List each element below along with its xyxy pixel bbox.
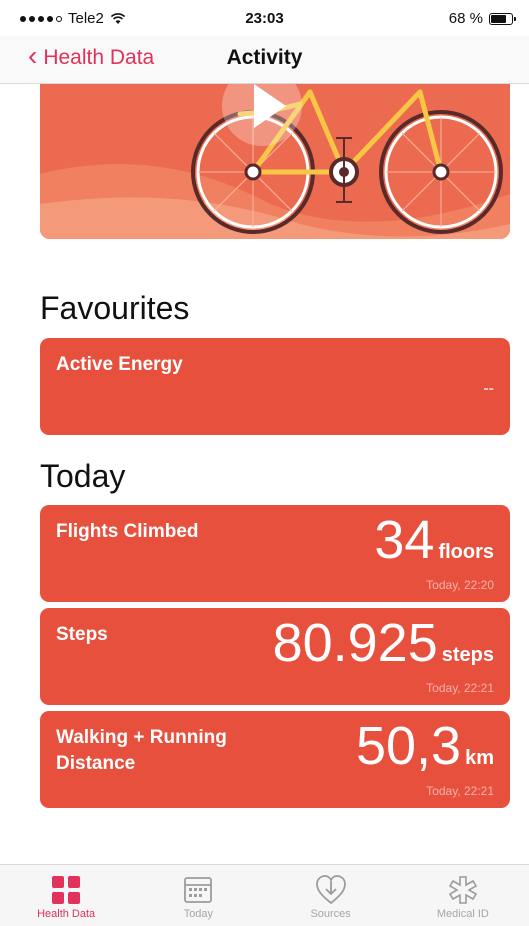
favourites-heading: Favourites (40, 290, 190, 326)
favourite-card-active-energy[interactable]: Active Energy -- (40, 338, 510, 435)
tab-label: Today (183, 908, 214, 920)
bicycle-illustration (40, 84, 510, 239)
grid-icon (52, 876, 81, 904)
tab-label: Sources (310, 908, 351, 920)
card-timestamp: Today, 22:20 (426, 578, 494, 592)
today-card-walking-running-distance[interactable]: Walking + Running Distance 50,3 km Today… (40, 711, 510, 808)
card-timestamp: Today, 22:21 (426, 784, 494, 798)
activity-hero-banner[interactable] (40, 84, 510, 239)
card-value: 50,3 km (356, 719, 494, 773)
card-value: 34 floors (374, 513, 494, 567)
page-title: Activity (226, 46, 303, 69)
card-label: Walking + Running Distance (56, 727, 227, 774)
tab-bar: Health Data Today Sources Medical ID (0, 864, 529, 926)
calendar-icon (184, 877, 213, 903)
card-label: Flights Climbed (56, 521, 199, 542)
card-value-unit: floors (438, 541, 494, 563)
tab-sources[interactable]: Sources (265, 865, 397, 926)
card-label: Active Energy (56, 354, 183, 375)
card-value: 80.925 steps (273, 616, 494, 670)
tab-label: Health Data (37, 908, 96, 920)
tab-medical-id[interactable]: Medical ID (397, 865, 529, 926)
today-heading: Today (40, 458, 126, 494)
today-card-steps[interactable]: Steps 80.925 steps Today, 22:21 (40, 608, 510, 705)
asterisk-icon (448, 876, 477, 904)
tab-label: Medical ID (436, 908, 489, 920)
card-value-unit: km (465, 747, 494, 769)
card-label: Steps (56, 624, 108, 645)
today-card-flights-climbed[interactable]: Flights Climbed 34 floors Today, 22:20 (40, 505, 510, 602)
download-heart-icon (315, 875, 346, 905)
status-bar: Tele2 23:03 68 % (0, 0, 529, 36)
card-timestamp: Today, 22:21 (426, 681, 494, 695)
card-value-number: 80.925 (272, 613, 438, 673)
card-value-unit: steps (441, 644, 494, 666)
card-value-number: 50,3 (355, 716, 462, 776)
tab-health-data[interactable]: Health Data (0, 865, 132, 926)
card-value-number: 34 (374, 510, 435, 570)
battery-icon (489, 12, 516, 25)
navigation-bar: ‹ Health Data Activity (0, 36, 529, 84)
battery-group: 68 % (448, 10, 516, 27)
tab-today[interactable]: Today (132, 865, 264, 926)
card-value: -- (483, 380, 494, 397)
battery-percent: 68 % (448, 10, 483, 27)
